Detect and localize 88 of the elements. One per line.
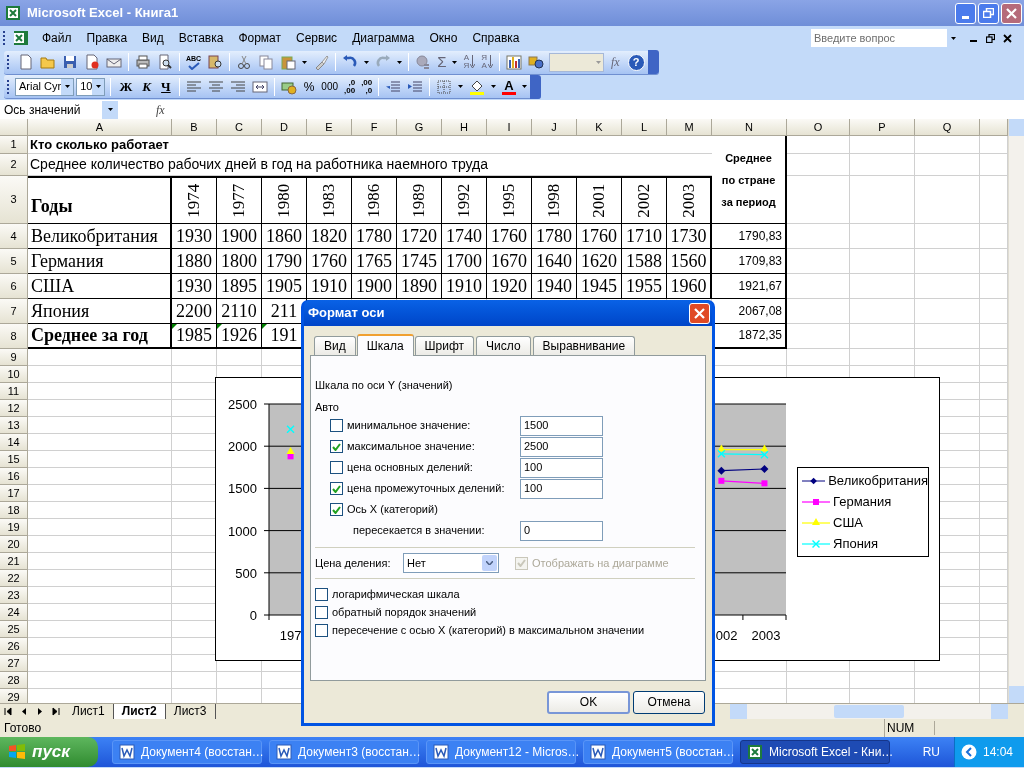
legend-label: Германия — [833, 492, 892, 511]
option-label: пересекается в значении: — [352, 523, 486, 539]
table-cell: 1926 — [217, 324, 262, 349]
table-cell: 1760 — [487, 224, 532, 249]
column-heading: 1995 — [498, 183, 520, 218]
table-cell: 1910 — [442, 274, 487, 299]
table-cell: 1790 — [262, 249, 307, 274]
clock: 14:04 — [983, 744, 1014, 761]
table-cell: 1820 — [307, 224, 352, 249]
table-cell: 1860 — [262, 224, 307, 249]
table-cell: 1780 — [352, 224, 397, 249]
table-cell: 1930 — [172, 224, 217, 249]
table-cell: 1760 — [577, 224, 622, 249]
table-cell: 1945 — [577, 274, 622, 299]
table-cell: 1670 — [487, 249, 532, 274]
option-label: обратный порядок значений — [331, 604, 477, 620]
option-label: максимальное значение: — [346, 439, 476, 455]
table-cell: 1910 — [307, 274, 352, 299]
table-cell: 1921,67 — [712, 274, 787, 299]
table-cell: 1940 — [532, 274, 577, 299]
table-cell: 1900 — [352, 274, 397, 299]
table-cell: 1640 — [532, 249, 577, 274]
option-label: логарифмическая шкала — [331, 586, 460, 602]
axis-label: 2000 — [228, 439, 257, 455]
axis-label: 0 — [249, 608, 257, 623]
column-heading: 1974 — [183, 183, 205, 218]
table-cell: 1745 — [397, 249, 442, 274]
table-cell: 1780 — [532, 224, 577, 249]
column-heading: 1980 — [273, 183, 295, 218]
table-cell: 1985 — [172, 324, 217, 349]
legend-label: Япония — [833, 534, 879, 553]
group-label: Авто — [315, 400, 340, 415]
axis-label: 002 — [715, 628, 738, 643]
column-heading: 2001 — [588, 183, 610, 218]
table-cell: 1960 — [667, 274, 712, 299]
dialog-title: Формат оси — [307, 304, 385, 323]
table-cell: 2200 — [172, 299, 217, 324]
axis-label: 1000 — [228, 523, 257, 539]
section-heading: Шкала по оси Y (значений) — [315, 378, 454, 393]
table-cell: 1800 — [217, 249, 262, 274]
table-cell: 1880 — [172, 249, 217, 274]
column-heading: 1992 — [453, 183, 475, 218]
table-cell: 2110 — [217, 299, 262, 324]
axis-label: 2003 — [751, 628, 781, 643]
table-cell: 1700 — [442, 249, 487, 274]
option-label: цена основных делений: — [346, 460, 474, 476]
legend-label: США — [833, 513, 863, 532]
column-heading: 1983 — [318, 183, 340, 218]
column-heading: Среднее по стране за период — [712, 136, 787, 224]
option-label: Отображать на диаграмме — [531, 555, 669, 571]
table-cell: 1710 — [622, 224, 667, 249]
table-cell: Среднее количество рабочих дней в год на работника наемного труда — [28, 154, 712, 176]
column-heading: 1989 — [408, 183, 430, 218]
axis-label: 197 — [279, 628, 302, 643]
table-cell: 1920 — [487, 274, 532, 299]
table-cell: 1895 — [217, 274, 262, 299]
column-heading: 2002 — [633, 183, 655, 218]
option-label: минимальное значение: — [346, 418, 472, 434]
legend-label: Великобритания — [828, 471, 928, 490]
table-cell: 1760 — [307, 249, 352, 274]
table-cell: 1900 — [217, 224, 262, 249]
axis-label: 2500 — [228, 397, 257, 412]
axis-label: 500 — [235, 565, 257, 581]
column-heading: 1998 — [543, 183, 565, 218]
table-cell: 1955 — [622, 274, 667, 299]
option-label: цена промежуточных делений: — [346, 481, 506, 497]
table-cell: 1930 — [172, 274, 217, 299]
table-cell: 1765 — [352, 249, 397, 274]
table-cell: 1730 — [667, 224, 712, 249]
axis-label: 1500 — [228, 481, 257, 497]
column-heading: 1986 — [363, 183, 385, 218]
table-cell: 1905 — [262, 274, 307, 299]
table-cell: Годы — [28, 176, 172, 224]
table-cell: 1890 — [397, 274, 442, 299]
option-label: Ось X (категорий) — [346, 502, 439, 518]
status-text: Готово — [3, 720, 42, 737]
table-cell: 1709,83 — [712, 249, 787, 274]
column-heading: 2003 — [677, 183, 699, 218]
units-label: Цена деления: — [315, 555, 392, 571]
table-cell: Кто сколько работает — [28, 136, 712, 154]
table-cell: 1560 — [667, 249, 712, 274]
table-cell: 1588 — [622, 249, 667, 274]
table-cell: 1720 — [397, 224, 442, 249]
window-title: Microsoft Excel - Книга1 — [27, 4, 179, 23]
table-cell: 1740 — [442, 224, 487, 249]
table-cell: 1620 — [577, 249, 622, 274]
option-label: пересечение с осью X (категорий) в максимальном значении — [331, 622, 645, 638]
column-heading: 1977 — [228, 183, 250, 218]
